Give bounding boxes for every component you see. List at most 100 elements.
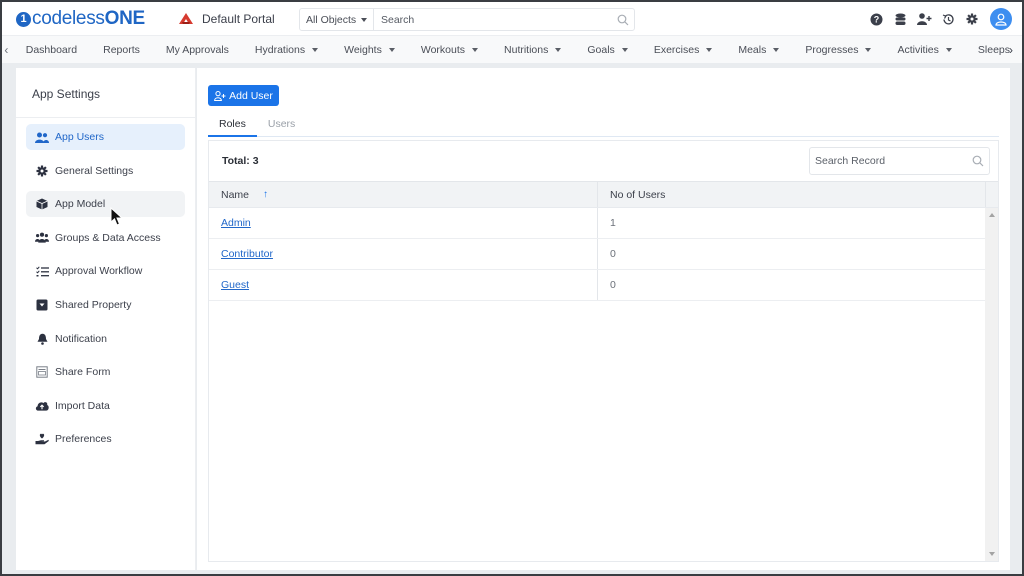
portal-name: Default Portal	[202, 12, 275, 26]
sidebar-item-label: App Model	[55, 198, 106, 211]
table-row[interactable]: Contributor 0	[209, 239, 985, 270]
user-group-icon	[35, 232, 49, 244]
chevron-left-icon[interactable]: ‹	[2, 43, 11, 57]
inbox-icon	[35, 299, 49, 311]
table-row[interactable]: Guest 0	[209, 270, 985, 301]
caret-down-icon	[621, 47, 628, 52]
caret-down-icon	[361, 17, 368, 22]
sidebar-item-approval-workflow[interactable]: Approval Workflow	[26, 258, 185, 284]
logo-text: codelessONE	[32, 8, 145, 30]
nav-item-label: Progresses	[805, 43, 859, 56]
sidebar-item-label: Groups & Data Access	[55, 231, 161, 244]
grid-header-row: Name ↑ No of Users	[209, 182, 998, 208]
help-icon[interactable]: ?	[864, 7, 888, 31]
nav-item-label: Nutritions	[504, 43, 549, 56]
add-user-icon[interactable]	[912, 7, 936, 31]
tab-roles[interactable]: Roles	[208, 114, 257, 137]
table-row[interactable]: Admin 1	[209, 208, 985, 239]
caret-down-icon	[388, 47, 395, 52]
roles-grid: Total: 3 Name ↑ No of Users	[208, 140, 999, 562]
nav-item-hydrations[interactable]: Hydrations	[241, 44, 330, 56]
search-icon[interactable]	[612, 14, 634, 26]
module-nav-bar: ‹ Dashboard Reports My Approvals Hydrations…	[2, 36, 1022, 63]
history-icon[interactable]	[936, 7, 960, 31]
search-record-input[interactable]	[810, 155, 967, 167]
nav-item-weights[interactable]: Weights	[330, 44, 407, 56]
sidebar-item-label: Import Data	[55, 399, 110, 412]
nav-item-workouts[interactable]: Workouts	[407, 44, 490, 56]
sort-ascending-icon[interactable]: ↑	[263, 189, 268, 200]
settings-sidebar: App Settings App Users General Settings Ap…	[16, 68, 196, 570]
global-search-input[interactable]	[374, 13, 612, 26]
scroll-down-icon[interactable]	[989, 552, 995, 556]
record-search	[809, 147, 990, 175]
sidebar-item-groups-and-data-access[interactable]: Groups & Data Access	[26, 225, 185, 251]
nav-item-dashboard[interactable]: Dashboard	[11, 44, 89, 56]
logo-mark-icon: 1	[16, 11, 31, 27]
nav-item-progresses[interactable]: Progresses	[791, 44, 883, 56]
app-logo[interactable]: 1 codelessONE	[16, 8, 145, 30]
add-user-button[interactable]: Add User	[208, 85, 279, 106]
global-search: All Objects	[299, 8, 635, 31]
checklist-icon	[35, 265, 49, 277]
nav-item-label: Weights	[344, 43, 382, 56]
add-user-label: Add User	[229, 89, 273, 102]
user-avatar-icon[interactable]	[990, 8, 1012, 30]
cell-no-of-users: 0	[610, 279, 616, 291]
nav-item-label: Dashboard	[25, 43, 78, 56]
caret-down-icon	[945, 47, 952, 52]
column-users-label: No of Users	[610, 188, 666, 201]
caret-down-icon	[773, 47, 780, 52]
role-link[interactable]: Admin	[221, 217, 251, 229]
sidebar-item-notification[interactable]: Notification	[26, 326, 185, 352]
cell-role-name: Guest	[209, 270, 598, 300]
sidebar-item-import-data[interactable]: Import Data	[26, 393, 185, 419]
tab-users[interactable]: Users	[257, 114, 306, 137]
gear-icon	[35, 165, 49, 177]
column-header-no-of-users[interactable]: No of Users	[598, 182, 985, 207]
sidebar-item-app-users[interactable]: App Users	[26, 124, 185, 150]
sidebar-item-app-model[interactable]: App Model	[26, 191, 185, 218]
nav-item-label: Workouts	[420, 43, 466, 56]
search-icon[interactable]	[967, 155, 989, 167]
database-icon[interactable]	[888, 7, 912, 31]
sidebar-item-label: Preferences	[55, 433, 112, 446]
nav-item-label: Hydrations	[254, 43, 306, 56]
header-actions: ?	[864, 7, 1012, 31]
sidebar-item-shared-property[interactable]: Shared Property	[26, 292, 185, 318]
caret-down-icon	[706, 47, 713, 52]
nav-item-meals[interactable]: Meals	[724, 44, 791, 56]
nav-item-activities[interactable]: Activities	[883, 44, 963, 56]
nav-item-goals[interactable]: Goals	[573, 44, 639, 56]
sidebar-item-label: Notification	[55, 332, 107, 345]
sidebar-item-label: Share Form	[55, 366, 111, 379]
total-count: Total: 3	[222, 155, 259, 167]
sidebar-item-preferences[interactable]: Preferences	[26, 426, 185, 452]
column-name-label: Name	[221, 188, 250, 201]
chevron-right-icon[interactable]: ›	[1002, 43, 1020, 57]
portal-switcher[interactable]: Default Portal	[178, 12, 275, 26]
nav-item-my-approvals[interactable]: My Approvals	[152, 44, 241, 56]
scroll-up-icon[interactable]	[989, 213, 995, 217]
column-header-name[interactable]: Name ↑	[209, 182, 598, 207]
role-link[interactable]: Guest	[221, 279, 249, 291]
nav-item-exercises[interactable]: Exercises	[640, 44, 725, 56]
role-link[interactable]: Contributor	[221, 248, 273, 260]
sidebar-list: App Users General Settings App Model Groups…	[16, 118, 195, 452]
sidebar-item-label: Approval Workflow	[55, 265, 143, 278]
svg-text:?: ?	[873, 14, 879, 24]
nav-item-label: Meals	[738, 43, 767, 56]
search-scope-dropdown[interactable]: All Objects	[300, 9, 374, 30]
logo-text-suffix: ONE	[104, 8, 146, 29]
vertical-scrollbar[interactable]	[985, 208, 998, 561]
nav-item-reports[interactable]: Reports	[89, 44, 152, 56]
nav-item-nutritions[interactable]: Nutritions	[490, 44, 573, 56]
grid-toolbar: Total: 3	[209, 141, 998, 182]
sidebar-item-general-settings[interactable]: General Settings	[26, 158, 185, 184]
sidebar-item-share-form[interactable]: Share Form	[26, 359, 185, 385]
form-icon	[35, 366, 49, 378]
gear-icon[interactable]	[960, 7, 984, 31]
hand-heart-icon	[35, 433, 49, 445]
mouse-cursor-icon	[110, 206, 124, 230]
nav-item-label: Activities	[897, 43, 939, 56]
